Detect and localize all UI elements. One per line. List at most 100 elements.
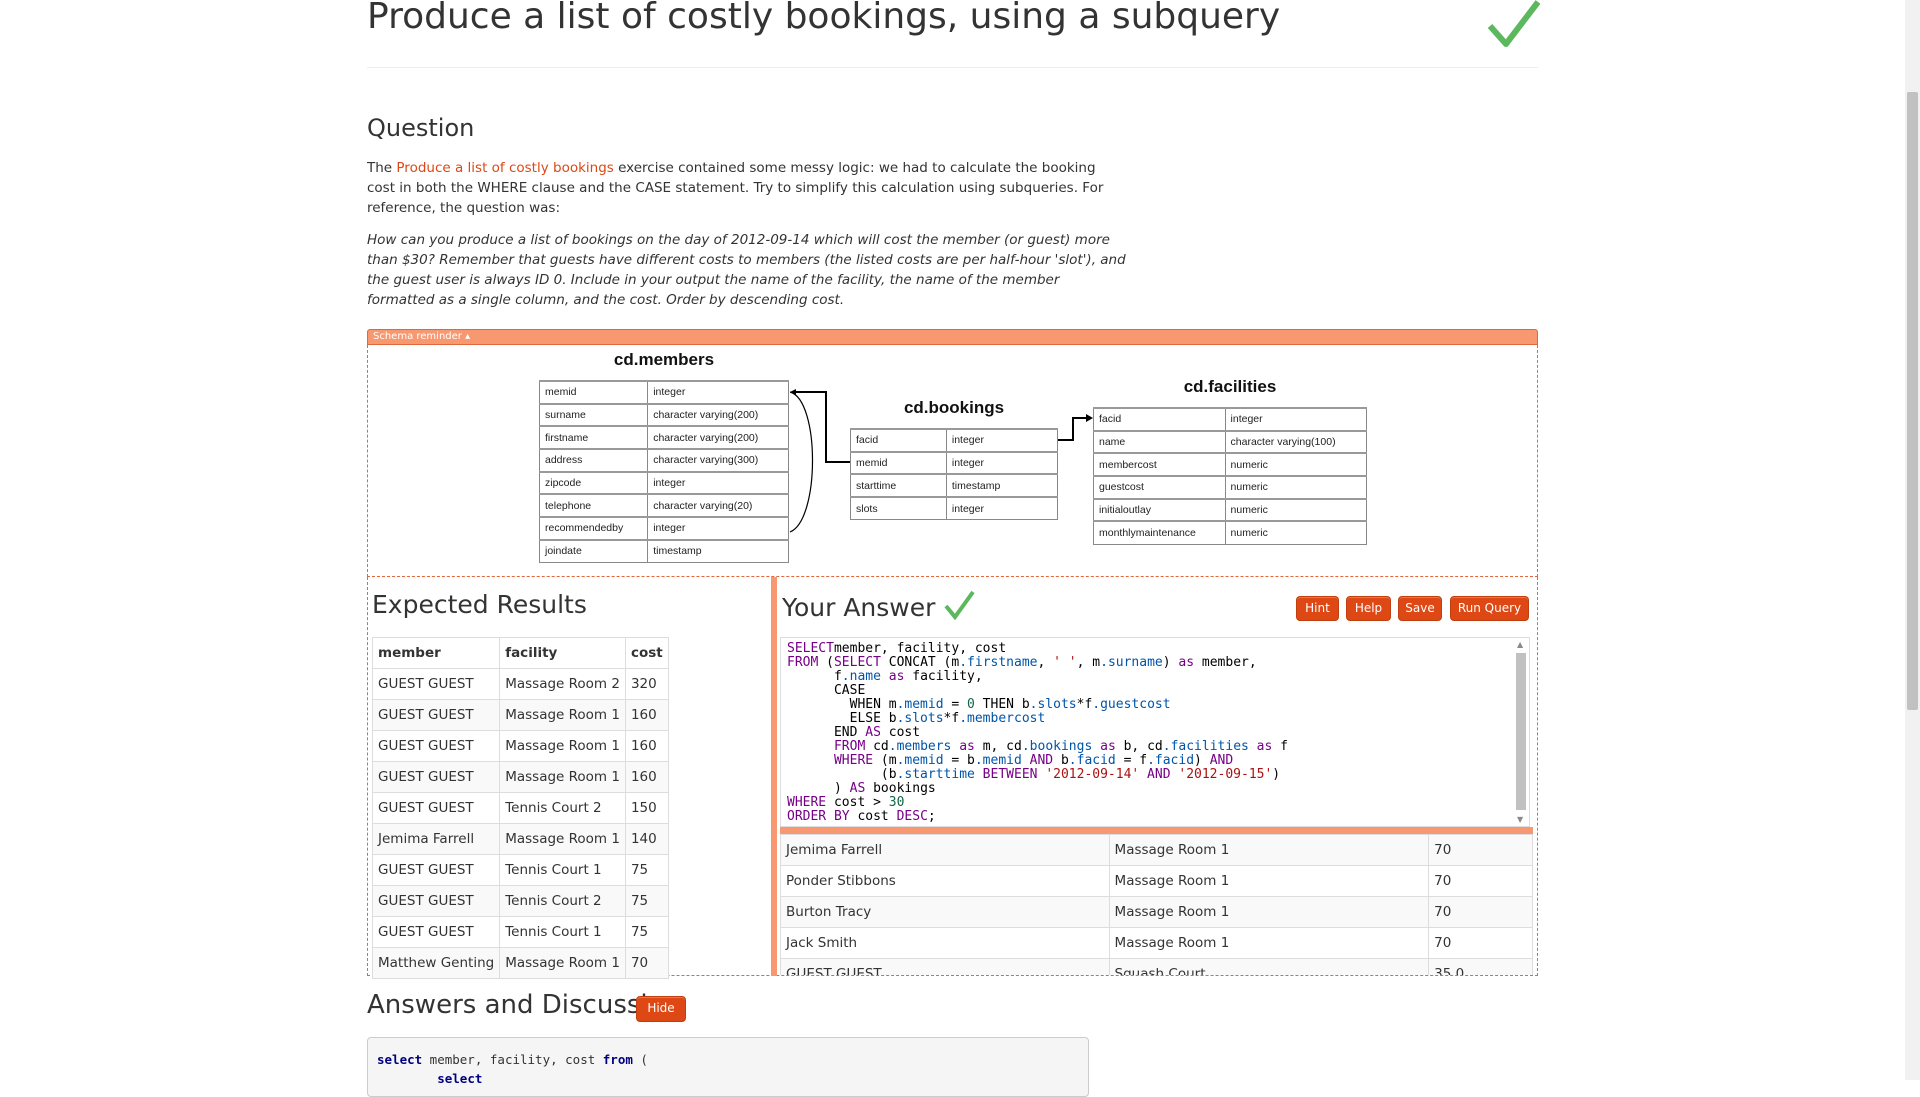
hint-button[interactable]: Hint	[1296, 596, 1339, 621]
column-type: numeric	[1224, 520, 1368, 545]
table-cell: Jemima Farrell	[371, 823, 501, 855]
hide-button[interactable]: Hide	[636, 996, 686, 1022]
page-scroll-thumb[interactable]	[1907, 92, 1918, 710]
code-token: m, cd	[974, 739, 1022, 754]
code-token: member,	[1194, 655, 1257, 670]
code-token: as	[1092, 739, 1116, 754]
code-token: ,	[1037, 655, 1054, 670]
table-cell: 320	[624, 668, 669, 700]
code-token: .membercost	[959, 711, 1046, 726]
code-line: SELECTmember, facility, cost	[787, 642, 1523, 656]
column-name: guestcost	[1093, 475, 1226, 500]
code-token: *f	[943, 711, 960, 726]
code-token: (	[818, 655, 834, 670]
code-token: = f	[1115, 753, 1148, 768]
code-line: f.name as facility,	[787, 670, 1523, 684]
code-token: cost	[849, 809, 897, 824]
column-name: surname	[538, 402, 649, 427]
table-cell: Massage Room 1	[1108, 927, 1430, 959]
code: member, facility, cost	[422, 1052, 603, 1067]
code-token: CASE	[787, 683, 866, 698]
code-line: ) AS bookings	[787, 782, 1523, 796]
column-type: character varying(100)	[1224, 429, 1368, 454]
table-cell: GUEST GUEST	[371, 916, 501, 948]
check-icon	[1487, 0, 1540, 47]
code-token: 0	[967, 697, 975, 712]
schema-row: zipcode integer	[538, 470, 789, 495]
column-name: zipcode	[538, 470, 649, 495]
question-text: How can you produce a list of bookings o…	[367, 232, 1126, 308]
code-line: WHERE (m.memid = b.memid AND b.facid = f…	[787, 754, 1523, 768]
code-token: ' '	[1053, 655, 1077, 670]
results-resize-handle[interactable]	[780, 827, 1533, 834]
table-cell: Massage Room 1	[1108, 865, 1430, 897]
scroll-up-icon[interactable]: ▲	[1517, 640, 1523, 649]
code-token: as	[1178, 655, 1195, 670]
exercise-link[interactable]: Produce a list of costly bookings	[396, 160, 613, 176]
table-cell: Massage Room 1	[499, 730, 626, 762]
help-button[interactable]: Help	[1346, 596, 1391, 621]
code-line: END AS cost	[787, 726, 1523, 740]
table-cell: Tennis Court 2	[499, 792, 626, 824]
scroll-down-icon[interactable]: ▼	[1517, 815, 1523, 824]
kw: select	[377, 1052, 423, 1067]
save-button[interactable]: Save	[1398, 596, 1442, 621]
code-token: f	[787, 669, 842, 684]
table-row: GUEST GUEST Tennis Court 2 150	[371, 792, 669, 824]
code-token: , m	[1076, 655, 1101, 670]
sql-editor[interactable]: SELECTmember, facility, cost FROM (SELECT…	[780, 637, 1530, 827]
table-row: Matthew Genting Massage Room 1 70	[371, 947, 669, 979]
column-type: integer	[647, 470, 789, 495]
code-token: ;	[927, 809, 936, 824]
schema-row: recommendedby integer	[538, 516, 789, 541]
code-token: facility,	[904, 669, 983, 684]
table-row: GUEST GUEST Massage Room 2 320	[371, 668, 669, 700]
code: (	[632, 1052, 648, 1067]
table-row: GUEST GUEST Tennis Court 2 75	[371, 885, 669, 917]
code-token: .name	[841, 669, 881, 684]
heading-text: Your Answer	[782, 593, 936, 622]
code-token: .firstname	[959, 655, 1038, 670]
code-token: SELECT	[833, 655, 881, 670]
code-token: ORDER BY	[787, 809, 850, 824]
code-token: .memid	[896, 753, 944, 768]
code-token: as	[1248, 739, 1273, 754]
code-token: cost	[880, 725, 921, 740]
run-query-button[interactable]: Run Query	[1450, 596, 1529, 621]
table-cell: 70	[1428, 865, 1533, 897]
column-name: facid	[1093, 407, 1226, 432]
table-row: Jemima Farrell Massage Room 1 70	[780, 834, 1533, 866]
column-header: cost	[624, 637, 669, 669]
code-token: .bookings	[1021, 739, 1093, 754]
code-token: *f	[1076, 697, 1093, 712]
your-answer-heading: Your Answer	[782, 590, 975, 622]
column-name: joindate	[538, 538, 649, 563]
code-token: ELSE b	[787, 711, 897, 726]
members-schema-table: memid integer surname character varying(200…	[538, 380, 789, 563]
relation-lines	[789, 389, 1093, 533]
code-token: WHEN m	[787, 697, 897, 712]
kw: from	[602, 1052, 633, 1067]
table-row: GUEST GUEST Massage Room 1 160	[371, 761, 669, 793]
table-cell: 70	[1428, 896, 1533, 928]
code-token: '2012-09-14'	[1045, 767, 1140, 782]
table-row: Burton Tracy Massage Room 1 70	[780, 896, 1533, 928]
schema-row: surname character varying(200)	[538, 402, 789, 427]
code-token: '2012-09-15'	[1178, 767, 1273, 782]
code-token: END	[787, 725, 866, 740]
scroll-thumb[interactable]	[1516, 653, 1526, 810]
table-cell: Jack Smith	[780, 927, 1110, 959]
column-header: member	[371, 637, 501, 669]
table-row: GUEST GUEST Squash Court 35.0	[780, 958, 1533, 975]
code-token: 30	[888, 795, 905, 810]
code-token: AND	[1139, 767, 1171, 782]
code-token: AS	[865, 725, 881, 740]
schema-row: name character varying(100)	[1093, 429, 1368, 454]
column-name: initialoutlay	[1093, 497, 1226, 522]
schema-row: joindate timestamp	[538, 538, 789, 563]
table-cell: 75	[624, 916, 669, 948]
editor-scrollbar[interactable]: ▲ ▼	[1514, 640, 1528, 824]
panel-resize-handle[interactable]	[771, 577, 777, 976]
table-cell: Matthew Genting	[371, 947, 501, 979]
schema-reminder-toggle[interactable]: Schema reminder ▴	[367, 329, 1538, 345]
